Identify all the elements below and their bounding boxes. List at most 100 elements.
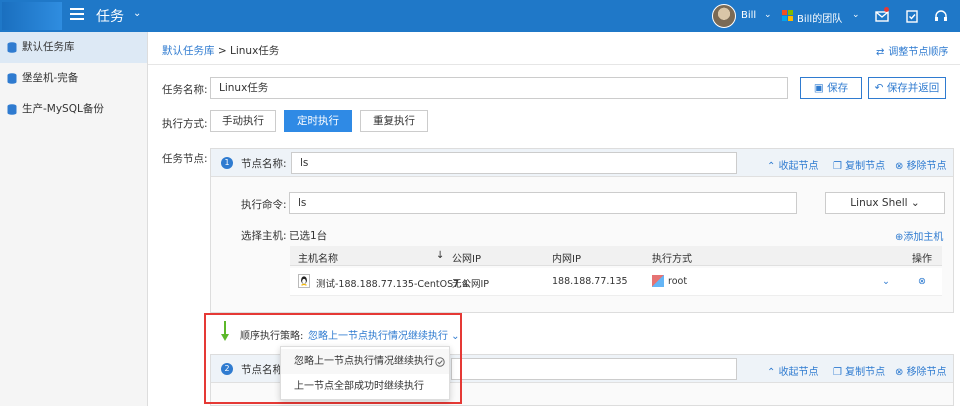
- collapse-node-label: 收起节点: [778, 161, 819, 172]
- save-icon: ▣: [813, 82, 828, 94]
- user-icon: [652, 275, 664, 287]
- collapse-node-label: 收起节点: [778, 367, 819, 378]
- strategy-option-label: 忽略上一节点执行情况继续执行: [294, 356, 434, 367]
- host-exec-user[interactable]: root: [668, 276, 687, 287]
- column-header-host: 主机名称: [298, 254, 338, 265]
- copy-node-button[interactable]: ❐ 复制节点: [833, 363, 885, 378]
- host-table: 主机名称 ↓ 公网IP 内网IP 执行方式 操作 测试-188.188.77.1…: [290, 246, 942, 298]
- check-circle-icon: [435, 357, 445, 367]
- add-host-button[interactable]: ⊕添加主机: [895, 228, 943, 243]
- adjust-order-link[interactable]: ⇄ 调整节点顺序: [876, 43, 948, 58]
- collapse-node-button[interactable]: ⌃ 收起节点: [767, 157, 819, 172]
- breadcrumb: 默认任务库 > Linux任务: [162, 43, 279, 58]
- remove-node-button[interactable]: ⊗ 移除节点: [895, 157, 947, 172]
- task-name-input[interactable]: Linux任务: [210, 77, 788, 99]
- sidebar: 默认任务库 堡垒机-完备 生产-MySQL备份: [0, 32, 148, 406]
- linux-penguin-icon: [298, 274, 310, 288]
- checklist-icon[interactable]: [904, 8, 920, 24]
- chevron-down-icon[interactable]: ⌄: [133, 8, 141, 19]
- team-name[interactable]: Bill的团队: [797, 10, 842, 25]
- save-label: 保存: [827, 82, 849, 94]
- copy-node-label: 复制节点: [845, 367, 886, 378]
- swap-icon: ⇄: [876, 47, 885, 58]
- sidebar-item-bastion[interactable]: 堡垒机-完备: [0, 63, 147, 94]
- save-return-button[interactable]: ↶ 保存并返回: [868, 77, 946, 99]
- database-icon: [7, 73, 17, 84]
- team-icon: [782, 10, 793, 21]
- exec-mode-label: 执行方式:: [162, 118, 208, 130]
- repeat-exec-button[interactable]: 重复执行: [360, 110, 428, 132]
- close-circle-icon: ⊗: [895, 367, 907, 378]
- user-name[interactable]: Bill: [741, 10, 756, 21]
- remove-node-label: 移除节点: [906, 161, 947, 172]
- database-icon: [7, 104, 17, 115]
- host-private-ip: 188.188.77.135: [552, 276, 628, 287]
- headset-icon[interactable]: [933, 8, 949, 24]
- save-return-label: 保存并返回: [886, 82, 940, 94]
- sort-arrow-icon[interactable]: ↓: [436, 250, 444, 261]
- breadcrumb-separator: >: [217, 45, 227, 57]
- command-input[interactable]: ls: [289, 192, 797, 214]
- host-name: 测试-188.188.77.135-CentOS7.4: [316, 279, 469, 290]
- command-label: 执行命令:: [241, 199, 287, 211]
- host-selected-count: 已选1台: [289, 230, 328, 242]
- adjust-order-label: 调整节点顺序: [888, 47, 949, 58]
- database-icon: [7, 42, 17, 53]
- sidebar-item-mysql-backup[interactable]: 生产-MySQL备份: [0, 94, 147, 125]
- strategy-option-label: 上一节点全部成功时继续执行: [294, 381, 424, 392]
- menu-icon[interactable]: [70, 8, 84, 20]
- chevron-down-icon[interactable]: ⌄: [852, 10, 860, 20]
- remove-node-label: 移除节点: [906, 367, 947, 378]
- app-title[interactable]: 任务: [96, 6, 124, 26]
- close-circle-icon: ⊗: [895, 161, 907, 172]
- chevron-down-icon[interactable]: ⌄: [882, 276, 890, 287]
- logo[interactable]: [2, 2, 62, 30]
- sidebar-item-label: 默认任务库: [22, 41, 75, 53]
- return-icon: ↶: [874, 82, 887, 94]
- task-name-label: 任务名称:: [162, 84, 208, 96]
- node-header: 1 节点名称: ls ⌃ 收起节点 ❐ 复制节点 ⊗ 移除节点: [211, 149, 953, 177]
- shell-select-value: Linux Shell: [850, 197, 908, 209]
- copy-icon: ❐: [833, 161, 846, 172]
- node-number-badge: 1: [221, 157, 233, 169]
- chevron-up-icon: ⌃: [767, 161, 779, 172]
- task-nodes-label: 任务节点:: [162, 153, 208, 165]
- host-public-ip: 无公网IP: [452, 279, 490, 290]
- column-header-public-ip: 公网IP: [452, 254, 481, 265]
- strategy-option[interactable]: 上一节点全部成功时继续执行: [281, 374, 449, 399]
- scheduled-exec-button[interactable]: 定时执行: [284, 110, 352, 132]
- breadcrumb-root[interactable]: 默认任务库: [162, 45, 215, 57]
- remove-node-button[interactable]: ⊗ 移除节点: [895, 363, 947, 378]
- node-name-input[interactable]: [451, 358, 737, 380]
- column-header-exec-mode: 执行方式: [652, 254, 692, 265]
- column-header-private-ip: 内网IP: [552, 254, 581, 265]
- table-header: 主机名称 ↓ 公网IP 内网IP 执行方式 操作: [290, 246, 942, 266]
- save-button[interactable]: ▣ 保存: [800, 77, 862, 99]
- top-bar: 任务 ⌄ Bill ⌄ Bill的团队 ⌄: [0, 0, 960, 32]
- shell-select[interactable]: Linux Shell ⌄: [825, 192, 945, 214]
- collapse-node-button[interactable]: ⌃ 收起节点: [767, 363, 819, 378]
- notification-dot: [884, 7, 889, 12]
- manual-exec-button[interactable]: 手动执行: [210, 110, 276, 132]
- chevron-down-icon[interactable]: ⌄: [764, 10, 772, 20]
- sidebar-item-label: 生产-MySQL备份: [22, 103, 104, 115]
- sidebar-item-default-library[interactable]: 默认任务库: [0, 32, 147, 63]
- table-row: 测试-188.188.77.135-CentOS7.4 无公网IP 188.18…: [290, 268, 942, 296]
- strategy-option[interactable]: 忽略上一节点执行情况继续执行: [281, 349, 449, 374]
- copy-node-button[interactable]: ❐ 复制节点: [833, 157, 885, 172]
- copy-node-label: 复制节点: [845, 161, 886, 172]
- chevron-up-icon: ⌃: [767, 367, 779, 378]
- avatar[interactable]: [712, 4, 736, 28]
- chevron-down-icon: ⌄: [907, 197, 920, 209]
- strategy-dropdown: 忽略上一节点执行情况继续执行 上一节点全部成功时继续执行: [280, 346, 450, 400]
- node-name-label: 节点名称:: [241, 158, 287, 170]
- add-host-label: 添加主机: [903, 232, 944, 243]
- copy-icon: ❐: [833, 367, 846, 378]
- node-name-input[interactable]: ls: [291, 152, 737, 174]
- breadcrumb-current: Linux任务: [230, 45, 280, 57]
- host-label: 选择主机:: [241, 230, 287, 242]
- column-header-actions: 操作: [912, 254, 932, 265]
- sidebar-item-label: 堡垒机-完备: [22, 72, 79, 84]
- divider: [148, 64, 960, 65]
- remove-host-icon[interactable]: ⊗: [918, 276, 926, 287]
